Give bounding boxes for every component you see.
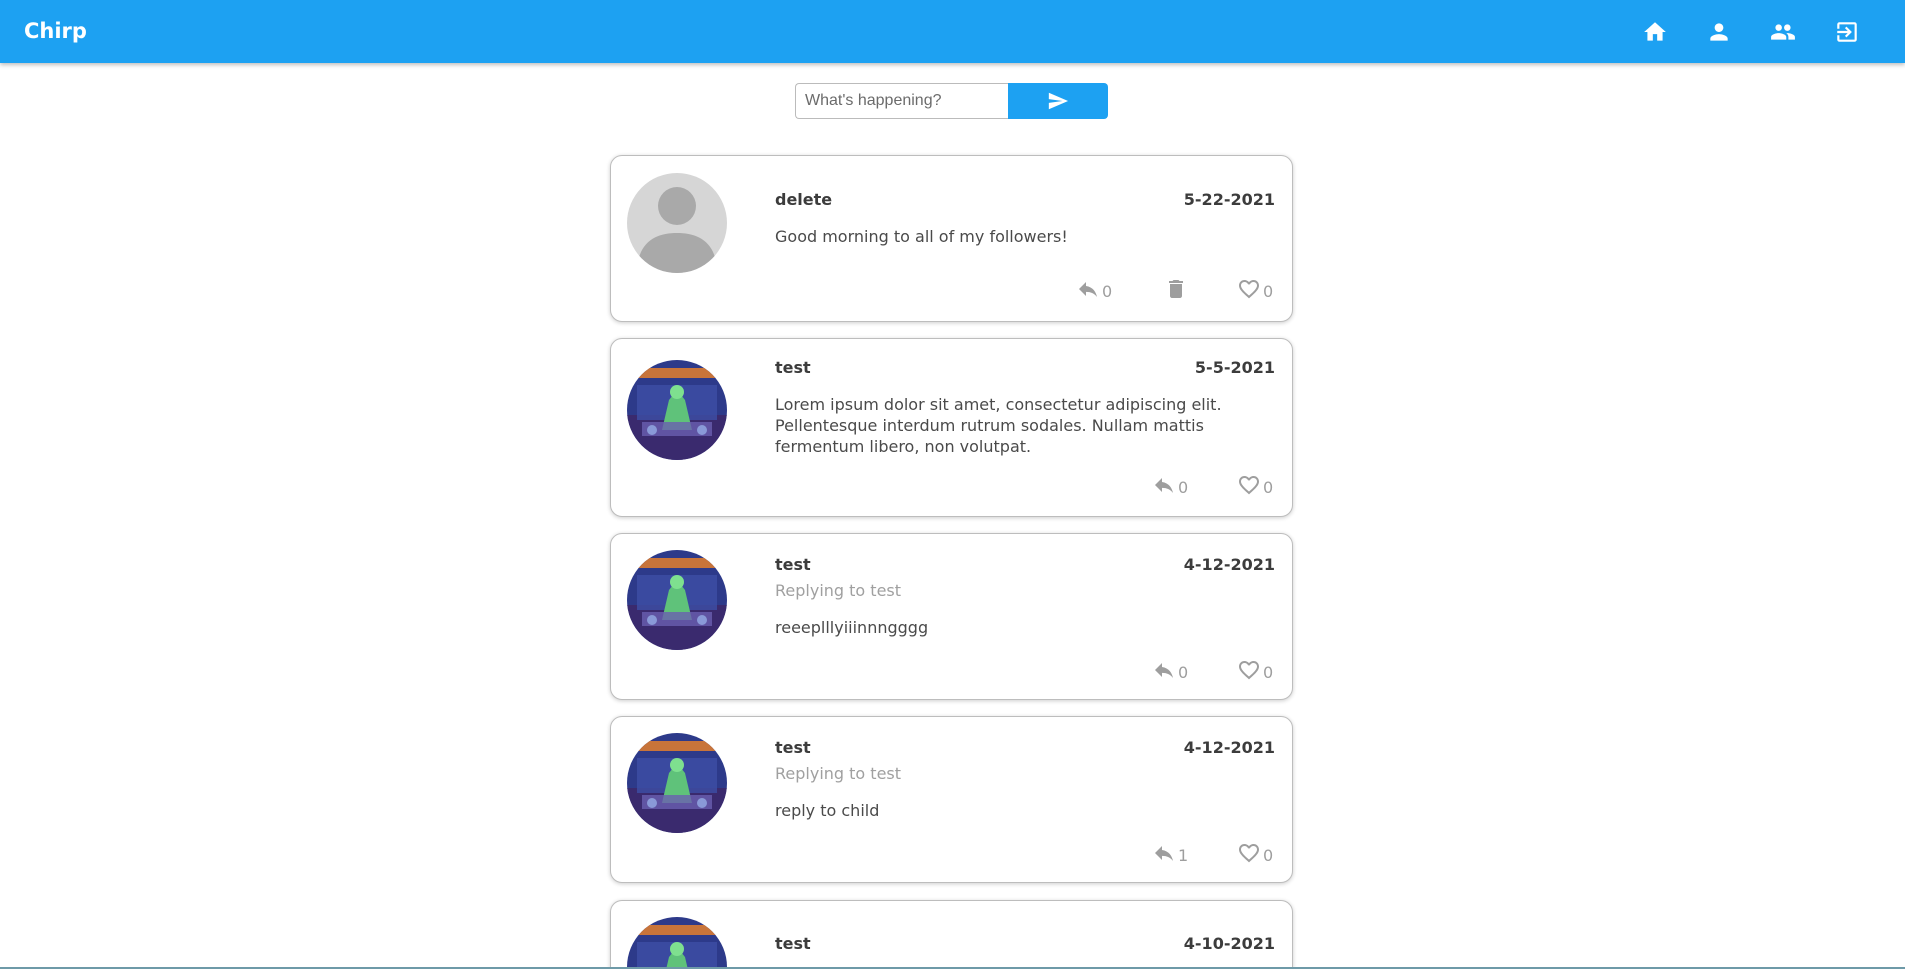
post-date: 4-12-2021 <box>1183 555 1275 574</box>
like-count: 0 <box>1263 846 1274 865</box>
avatar[interactable] <box>627 360 727 460</box>
post-date: 4-12-2021 <box>1183 738 1275 757</box>
post-username[interactable]: test <box>775 358 811 377</box>
reply-icon <box>1152 658 1176 682</box>
delete-button[interactable] <box>1164 277 1188 303</box>
like-button[interactable]: 0 <box>1237 841 1277 867</box>
like-count: 0 <box>1263 663 1274 682</box>
reply-button[interactable]: 1 <box>1152 841 1192 867</box>
avatar[interactable] <box>627 733 727 833</box>
send-button[interactable] <box>1008 83 1108 119</box>
post-username[interactable]: test <box>775 738 811 757</box>
post-date: 5-5-2021 <box>1194 358 1275 377</box>
default-avatar-icon <box>637 187 717 273</box>
post-date: 5-22-2021 <box>1183 190 1275 209</box>
reply-button[interactable]: 0 <box>1152 473 1192 499</box>
post-card: test 5-5-2021 Lorem ipsum dolor sit amet… <box>610 338 1293 517</box>
like-button[interactable]: 0 <box>1237 658 1277 684</box>
post-card: delete 5-22-2021 Good morning to all of … <box>610 155 1293 322</box>
post-text: Lorem ipsum dolor sit amet, consectetur … <box>775 395 1222 456</box>
heart-icon <box>1237 277 1261 301</box>
reply-button[interactable]: 0 <box>1076 277 1116 303</box>
top-navbar: Chirp <box>0 0 1905 63</box>
post-username[interactable]: test <box>775 555 811 574</box>
megadeth-avatar-icon <box>627 550 727 650</box>
compose-form <box>795 83 1108 119</box>
compose-input[interactable] <box>795 83 1009 119</box>
reply-count: 0 <box>1102 282 1113 301</box>
avatar[interactable] <box>627 550 727 650</box>
person-icon[interactable] <box>1706 19 1732 45</box>
reply-count: 0 <box>1178 478 1189 497</box>
post-text: reeeplllyiiinnngggg <box>775 618 929 637</box>
replying-to[interactable]: Replying to test <box>775 764 901 783</box>
post-username[interactable]: delete <box>775 190 832 209</box>
post-card: test 4-12-2021 Replying to test reeeplll… <box>610 533 1293 700</box>
reply-count: 0 <box>1178 663 1189 682</box>
megadeth-avatar-icon <box>627 360 727 460</box>
megadeth-avatar-icon <box>627 733 727 833</box>
heart-icon <box>1237 841 1261 865</box>
heart-icon <box>1237 473 1261 497</box>
reply-icon <box>1076 277 1100 301</box>
home-icon[interactable] <box>1642 19 1668 45</box>
post-text: Good morning to all of my followers! <box>775 227 1068 246</box>
send-icon <box>1048 92 1069 110</box>
reply-icon <box>1152 473 1176 497</box>
post-username[interactable]: test <box>775 934 811 953</box>
post-text: reply to child <box>775 801 880 820</box>
like-button[interactable]: 0 <box>1237 473 1277 499</box>
logout-icon[interactable] <box>1834 19 1860 45</box>
megadeth-avatar-icon <box>627 917 727 969</box>
people-icon[interactable] <box>1770 19 1796 45</box>
app-title[interactable]: Chirp <box>24 0 87 63</box>
post-date: 4-10-2021 <box>1183 934 1275 953</box>
post-card: test 4-12-2021 Replying to test reply to… <box>610 716 1293 883</box>
heart-icon <box>1237 658 1261 682</box>
like-button[interactable]: 0 <box>1237 277 1277 303</box>
trash-icon <box>1164 277 1188 301</box>
post-card: test 4-10-2021 <box>610 900 1293 969</box>
reply-count: 1 <box>1178 846 1189 865</box>
reply-icon <box>1152 841 1176 865</box>
avatar[interactable] <box>627 917 727 969</box>
like-count: 0 <box>1263 478 1274 497</box>
avatar[interactable] <box>627 173 727 273</box>
replying-to[interactable]: Replying to test <box>775 581 901 600</box>
like-count: 0 <box>1263 282 1274 301</box>
reply-button[interactable]: 0 <box>1152 658 1192 684</box>
